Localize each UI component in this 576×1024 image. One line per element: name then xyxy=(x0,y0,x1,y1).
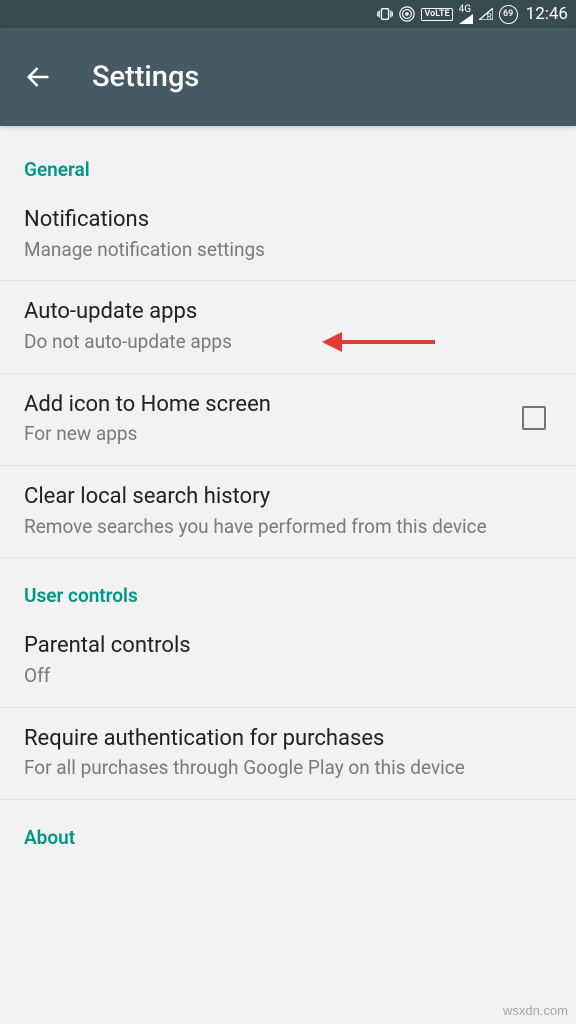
section-header-user-controls: User controls xyxy=(0,558,576,615)
item-title: Clear local search history xyxy=(24,482,552,512)
volte-badge: VoLTE xyxy=(421,8,452,21)
item-title: Parental controls xyxy=(24,631,552,661)
back-button[interactable] xyxy=(18,57,58,97)
item-subtitle: Remove searches you have performed from … xyxy=(24,514,552,540)
app-bar: Settings xyxy=(0,28,576,126)
section-header-general: General xyxy=(0,136,576,189)
status-bar: VoLTE 4G R 69 12:46 xyxy=(0,0,576,28)
item-subtitle: Off xyxy=(24,663,552,689)
item-title: Auto-update apps xyxy=(24,297,552,327)
item-title: Add icon to Home screen xyxy=(24,390,510,420)
item-auto-update[interactable]: Auto-update apps Do not auto-update apps xyxy=(0,281,576,373)
clock: 12:46 xyxy=(526,4,568,24)
item-subtitle: Do not auto-update apps xyxy=(24,329,552,355)
item-subtitle: For new apps xyxy=(24,421,510,447)
item-title: Require authentication for purchases xyxy=(24,724,552,754)
item-subtitle: Manage notification settings xyxy=(24,237,552,263)
item-notifications[interactable]: Notifications Manage notification settin… xyxy=(0,189,576,281)
item-subtitle: For all purchases through Google Play on… xyxy=(24,755,552,781)
page-title: Settings xyxy=(92,60,199,94)
back-arrow-icon xyxy=(24,63,52,91)
item-require-auth[interactable]: Require authentication for purchases For… xyxy=(0,708,576,800)
item-clear-search-history[interactable]: Clear local search history Remove search… xyxy=(0,466,576,558)
signal-4g: 4G xyxy=(459,5,473,24)
watermark: wsxdn.com xyxy=(503,1003,568,1018)
item-parental-controls[interactable]: Parental controls Off xyxy=(0,615,576,707)
checkbox-add-icon[interactable] xyxy=(522,406,546,430)
signal-roaming: R xyxy=(479,8,493,20)
settings-list: General Notifications Manage notificatio… xyxy=(0,126,576,857)
item-add-icon-home[interactable]: Add icon to Home screen For new apps xyxy=(0,374,576,466)
item-title: Notifications xyxy=(24,205,552,235)
section-header-about: About xyxy=(0,800,576,857)
battery-indicator: 69 xyxy=(499,5,518,24)
vibrate-icon xyxy=(377,6,393,22)
hotspot-icon xyxy=(399,6,415,22)
